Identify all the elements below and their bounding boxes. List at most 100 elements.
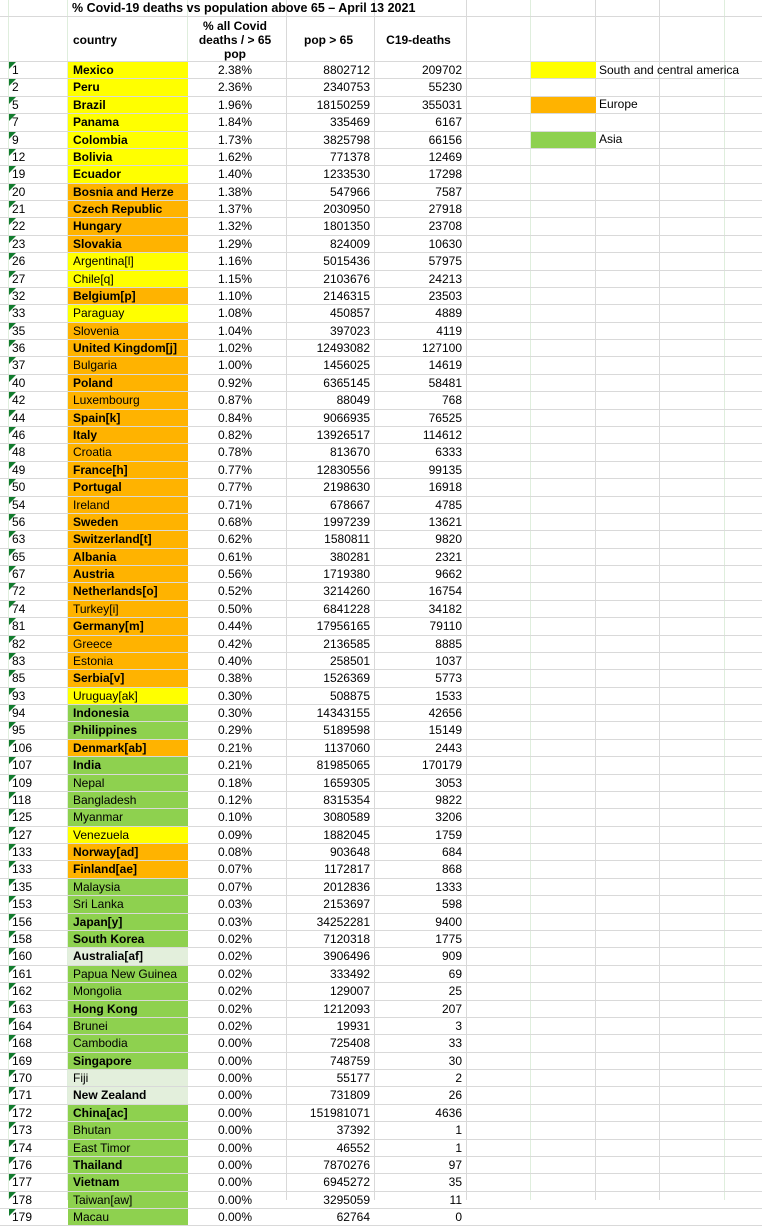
cell-rank[interactable]: 93 <box>9 688 70 705</box>
cell-deaths[interactable]: 58481 <box>375 375 462 392</box>
cell-deaths[interactable]: 6333 <box>375 444 462 461</box>
table-row[interactable]: 172 China[ac] 0.00% 151981071 4636 <box>0 1104 762 1122</box>
cell-country[interactable]: Netherlands[o] <box>68 583 193 600</box>
cell-country[interactable]: Cambodia <box>68 1035 193 1052</box>
table-row[interactable]: 85 Serbia[v] 0.38% 1526369 5773 <box>0 670 762 688</box>
cell-country[interactable]: Mongolia <box>68 983 193 1000</box>
cell-rank[interactable]: 50 <box>9 479 70 496</box>
cell-deaths[interactable]: 99135 <box>375 462 462 479</box>
cell-pop[interactable]: 2136585 <box>287 636 370 653</box>
cell-country[interactable]: Poland <box>68 375 193 392</box>
cell-country[interactable]: Chile[q] <box>68 271 193 288</box>
cell-deaths[interactable]: 127100 <box>375 340 462 357</box>
cell-deaths[interactable]: 11 <box>375 1192 462 1209</box>
cell-rank[interactable]: 22 <box>9 218 70 235</box>
cell-pop[interactable]: 1137060 <box>287 740 370 757</box>
cell-deaths[interactable]: 868 <box>375 861 462 878</box>
table-row[interactable]: 118 Bangladesh 0.12% 8315354 9822 <box>0 791 762 809</box>
cell-rank[interactable]: 160 <box>9 948 70 965</box>
cell-rank[interactable]: 9 <box>9 132 70 149</box>
cell-pop[interactable]: 1580811 <box>287 531 370 548</box>
cell-pop[interactable]: 1719380 <box>287 566 370 583</box>
cell-deaths[interactable]: 768 <box>375 392 462 409</box>
cell-pop[interactable]: 333492 <box>287 966 370 983</box>
table-row[interactable]: 22 Hungary 1.32% 1801350 23708 <box>0 218 762 236</box>
cell-deaths[interactable]: 26 <box>375 1087 462 1104</box>
cell-country[interactable]: Slovakia <box>68 236 193 253</box>
cell-deaths[interactable]: 2443 <box>375 740 462 757</box>
cell-rank[interactable]: 118 <box>9 792 70 809</box>
cell-pct[interactable]: 0.00% <box>188 1070 282 1087</box>
table-row[interactable]: 133 Norway[ad] 0.08% 903648 684 <box>0 844 762 862</box>
cell-deaths[interactable]: 1 <box>375 1122 462 1139</box>
table-row[interactable]: 67 Austria 0.56% 1719380 9662 <box>0 566 762 584</box>
cell-rank[interactable]: 172 <box>9 1105 70 1122</box>
cell-pop[interactable]: 903648 <box>287 844 370 861</box>
table-row[interactable]: 125 Myanmar 0.10% 3080589 3206 <box>0 809 762 827</box>
cell-country[interactable]: Bhutan <box>68 1122 193 1139</box>
cell-rank[interactable]: 54 <box>9 497 70 514</box>
cell-pop[interactable]: 12493082 <box>287 340 370 357</box>
cell-deaths[interactable]: 12469 <box>375 149 462 166</box>
cell-country[interactable]: Bolivia <box>68 149 193 166</box>
cell-deaths[interactable]: 2 <box>375 1070 462 1087</box>
cell-rank[interactable]: 83 <box>9 653 70 670</box>
cell-pct[interactable]: 0.00% <box>188 1035 282 1052</box>
table-row[interactable]: 7 Panama 1.84% 335469 6167 <box>0 114 762 132</box>
cell-pop[interactable]: 81985065 <box>287 757 370 774</box>
cell-pop[interactable]: 151981071 <box>287 1105 370 1122</box>
cell-pop[interactable]: 37392 <box>287 1122 370 1139</box>
table-row[interactable]: 42 Luxembourg 0.87% 88049 768 <box>0 392 762 410</box>
cell-pop[interactable]: 1233530 <box>287 166 370 183</box>
cell-pop[interactable]: 1659305 <box>287 775 370 792</box>
cell-country[interactable]: Ireland <box>68 497 193 514</box>
cell-pct[interactable]: 1.73% <box>188 132 282 149</box>
cell-pct[interactable]: 1.04% <box>188 323 282 340</box>
cell-rank[interactable]: 176 <box>9 1157 70 1174</box>
cell-pct[interactable]: 0.42% <box>188 636 282 653</box>
table-row[interactable]: 133 Finland[ae] 0.07% 1172817 868 <box>0 861 762 879</box>
cell-country[interactable]: Colombia <box>68 132 193 149</box>
table-row[interactable]: 109 Nepal 0.18% 1659305 3053 <box>0 774 762 792</box>
cell-pop[interactable]: 62764 <box>287 1209 370 1226</box>
cell-pop[interactable]: 3080589 <box>287 809 370 826</box>
table-row[interactable]: 63 Switzerland[t] 0.62% 1580811 9820 <box>0 531 762 549</box>
cell-country[interactable]: Venezuela <box>68 827 193 844</box>
cell-pop[interactable]: 678667 <box>287 497 370 514</box>
cell-pct[interactable]: 0.52% <box>188 583 282 600</box>
table-row[interactable]: 26 Argentina[l] 1.16% 5015436 57975 <box>0 253 762 271</box>
cell-rank[interactable]: 156 <box>9 914 70 931</box>
cell-deaths[interactable]: 114612 <box>375 427 462 444</box>
cell-pop[interactable]: 771378 <box>287 149 370 166</box>
table-row[interactable]: 21 Czech Republic 1.37% 2030950 27918 <box>0 201 762 219</box>
cell-country[interactable]: Nepal <box>68 775 193 792</box>
cell-pct[interactable]: 2.38% <box>188 62 282 79</box>
cell-pct[interactable]: 0.62% <box>188 531 282 548</box>
table-row[interactable]: 9 Colombia 1.73% 3825798 66156 <box>0 131 762 149</box>
table-row[interactable]: 106 Denmark[ab] 0.21% 1137060 2443 <box>0 739 762 757</box>
cell-pop[interactable]: 397023 <box>287 323 370 340</box>
table-row[interactable]: 168 Cambodia 0.00% 725408 33 <box>0 1035 762 1053</box>
table-row[interactable]: 74 Turkey[i] 0.50% 6841228 34182 <box>0 600 762 618</box>
cell-deaths[interactable]: 9820 <box>375 531 462 548</box>
cell-country[interactable]: Macau <box>68 1209 193 1226</box>
cell-pop[interactable]: 18150259 <box>287 97 370 114</box>
cell-country[interactable]: Denmark[ab] <box>68 740 193 757</box>
cell-pct[interactable]: 1.16% <box>188 253 282 270</box>
cell-pct[interactable]: 0.12% <box>188 792 282 809</box>
cell-pct[interactable]: 0.44% <box>188 618 282 635</box>
cell-rank[interactable]: 162 <box>9 983 70 1000</box>
cell-pct[interactable]: 0.77% <box>188 479 282 496</box>
cell-country[interactable]: United Kingdom[j] <box>68 340 193 357</box>
table-row[interactable]: 27 Chile[q] 1.15% 2103676 24213 <box>0 270 762 288</box>
cell-deaths[interactable]: 24213 <box>375 271 462 288</box>
table-row[interactable]: 46 Italy 0.82% 13926517 114612 <box>0 426 762 444</box>
cell-rank[interactable]: 171 <box>9 1087 70 1104</box>
cell-rank[interactable]: 170 <box>9 1070 70 1087</box>
cell-rank[interactable]: 5 <box>9 97 70 114</box>
table-row[interactable]: 37 Bulgaria 1.00% 1456025 14619 <box>0 357 762 375</box>
cell-pop[interactable]: 55177 <box>287 1070 370 1087</box>
cell-pop[interactable]: 46552 <box>287 1140 370 1157</box>
cell-rank[interactable]: 174 <box>9 1140 70 1157</box>
cell-pct[interactable]: 0.38% <box>188 670 282 687</box>
